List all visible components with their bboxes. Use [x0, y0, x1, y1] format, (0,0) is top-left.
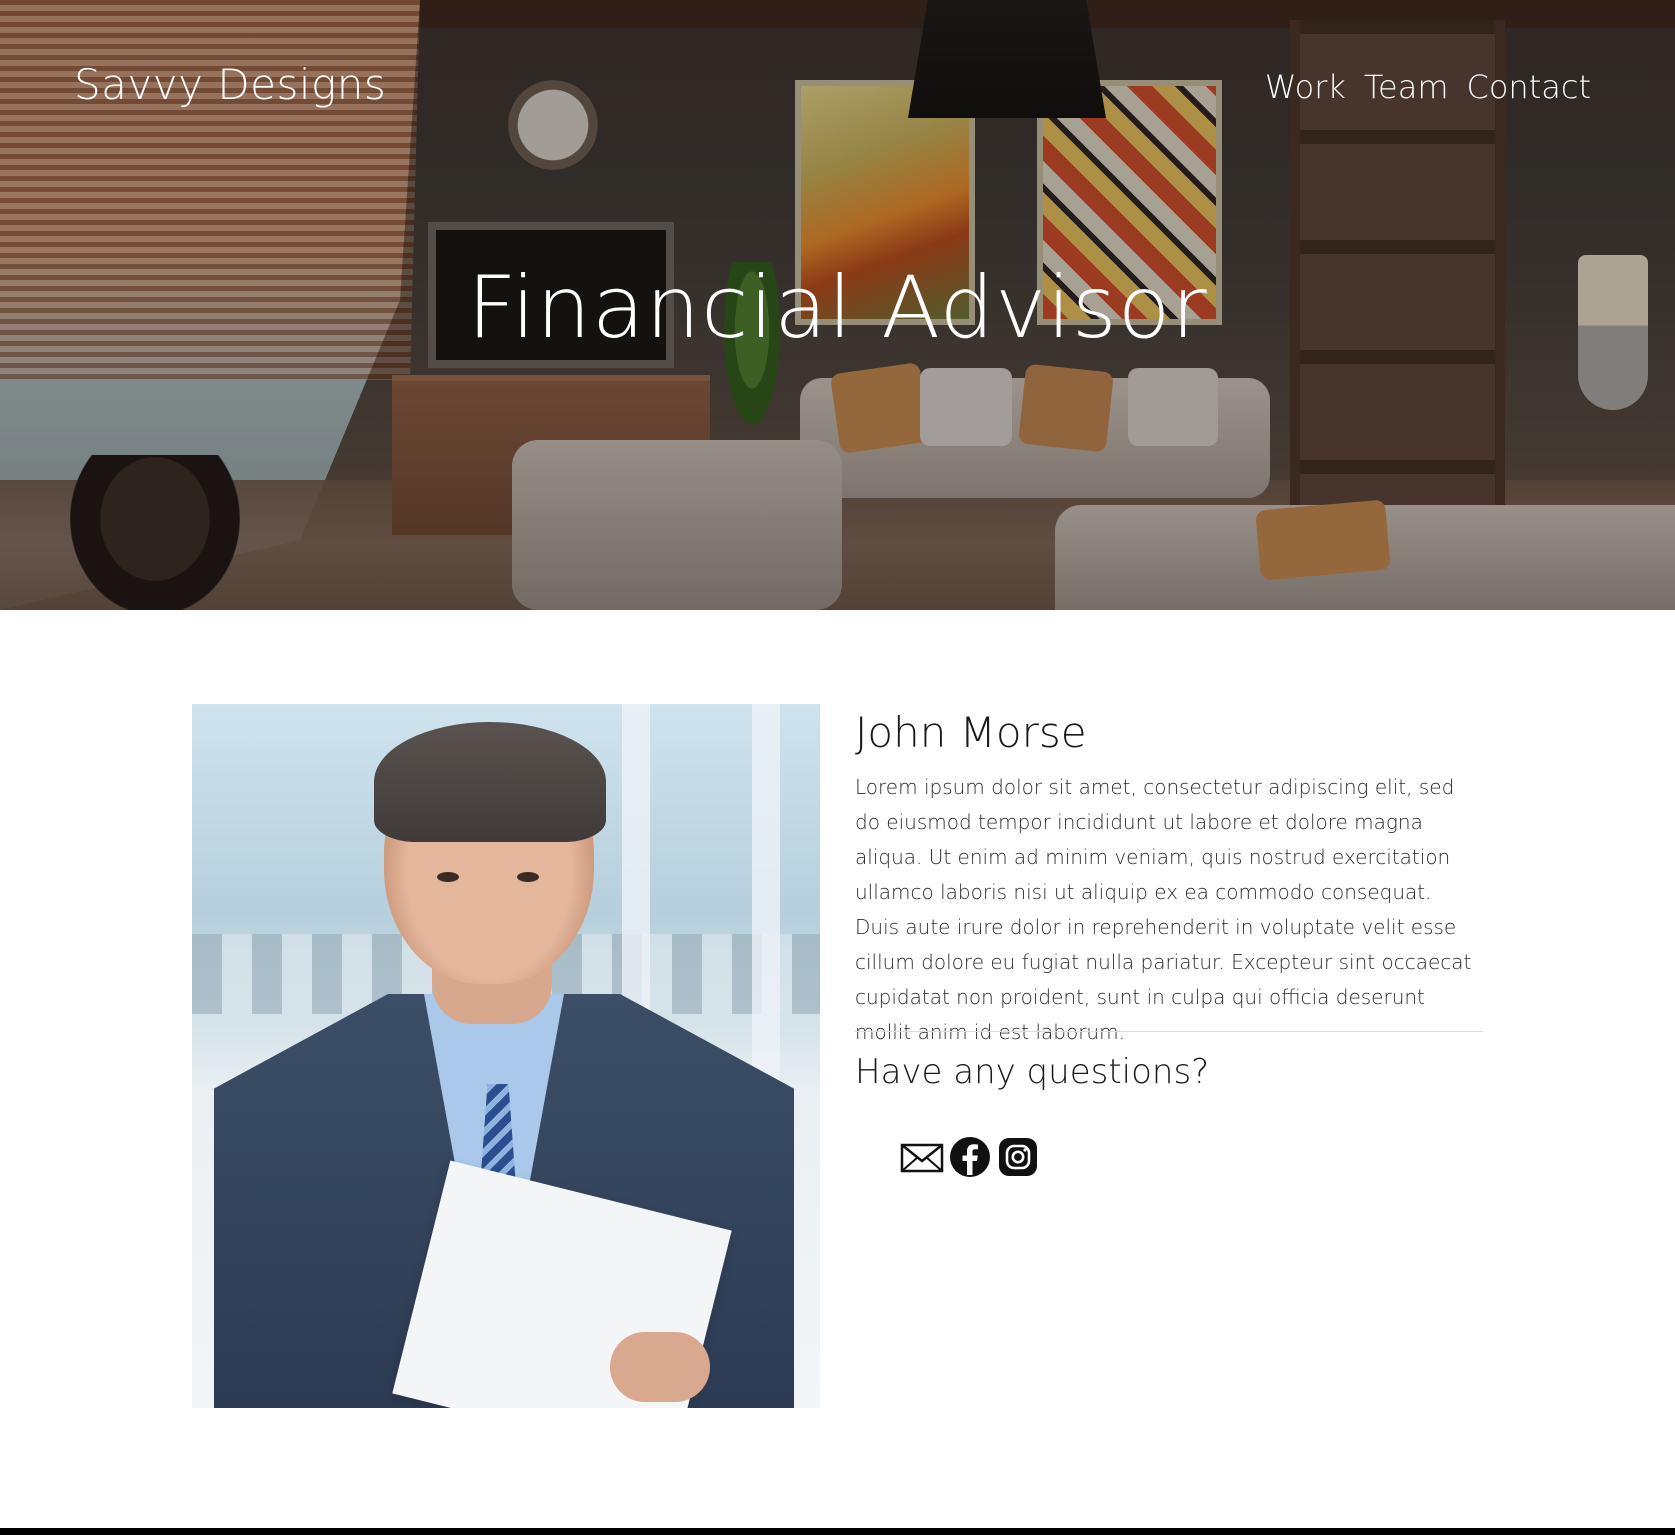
- divider: [855, 1031, 1483, 1032]
- profile-photo: [192, 704, 820, 1408]
- brand-logo[interactable]: Savvy Designs: [74, 60, 386, 109]
- footer-bar: [0, 1528, 1675, 1535]
- email-icon[interactable]: [900, 1135, 944, 1179]
- page-title: Financial Advisor: [467, 258, 1208, 358]
- nav-link-team[interactable]: Team: [1364, 68, 1449, 106]
- facebook-icon[interactable]: [948, 1135, 992, 1179]
- main-nav: Work Team Contact: [1265, 68, 1591, 106]
- social-links: [900, 1135, 1040, 1179]
- hero-banner: Savvy Designs Work Team Contact Financia…: [0, 0, 1675, 610]
- nav-link-contact[interactable]: Contact: [1467, 68, 1592, 106]
- questions-heading: Have any questions?: [855, 1052, 1210, 1092]
- profile-name: John Morse: [855, 708, 1087, 757]
- profile-bio: Lorem ipsum dolor sit amet, consectetur …: [855, 775, 1472, 1044]
- nav-link-work[interactable]: Work: [1265, 68, 1346, 106]
- instagram-icon[interactable]: [996, 1135, 1040, 1179]
